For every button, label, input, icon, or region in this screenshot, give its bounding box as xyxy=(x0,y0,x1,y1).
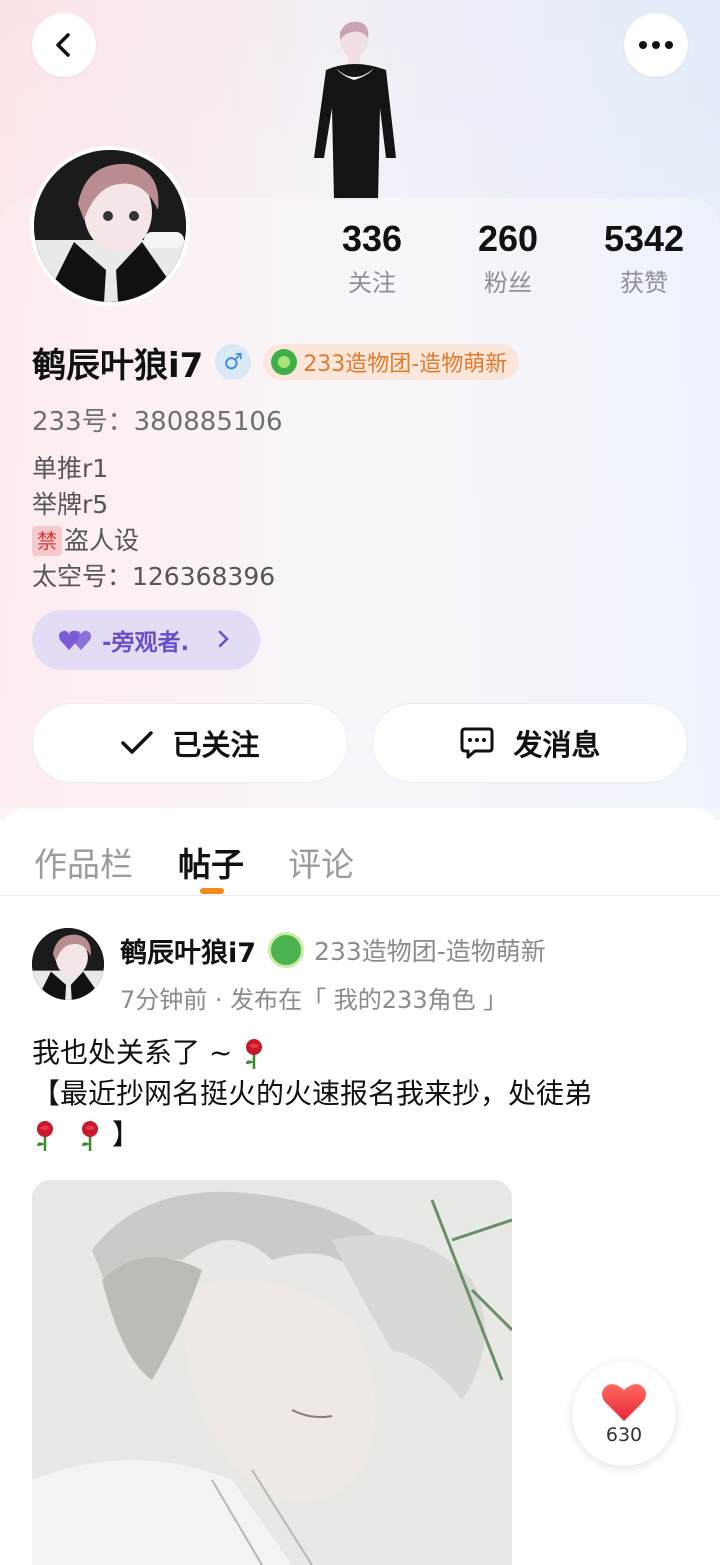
message-button[interactable]: 发消息 xyxy=(372,703,688,783)
group-pill[interactable]: -旁观者. xyxy=(32,610,260,670)
male-icon: ♂ xyxy=(215,344,252,380)
post-text-line: 】 xyxy=(111,1118,140,1151)
badge-icon xyxy=(271,349,298,375)
character-figure xyxy=(314,21,396,200)
like-button[interactable]: 630 xyxy=(572,1362,676,1466)
chat-bubble-icon xyxy=(460,727,494,759)
avatar[interactable] xyxy=(30,146,190,306)
rose-icon xyxy=(81,1121,98,1151)
post-text-line: 我也处关系了 ~ xyxy=(32,1036,233,1069)
stat-value: 336 xyxy=(341,218,403,259)
chevron-right-icon xyxy=(218,630,229,648)
stat-following[interactable]: 336 关注 xyxy=(302,218,442,298)
title-badge-label: 233造物团-造物萌新 xyxy=(303,352,508,377)
bio-line: 单推r1 xyxy=(32,454,109,483)
profile-name: 鹌辰叶狼i7 xyxy=(32,345,204,386)
content-tabs: 作品栏 帖子 评论 xyxy=(0,808,720,896)
stats-bar: 336 关注 260 粉丝 5342 获赞 xyxy=(300,218,720,308)
post-meta: 7分钟前 · 发布在「 我的233角色 」 xyxy=(120,986,508,1014)
chevron-left-icon xyxy=(56,33,70,57)
profile-name-row: 鹌辰叶狼i7 ♂ 233造物团-造物萌新 xyxy=(32,340,520,386)
stat-label: 获赞 xyxy=(620,269,668,297)
bio-line-text: 盗人设 xyxy=(64,526,140,555)
post-author-avatar[interactable] xyxy=(32,928,104,1000)
stat-value: 260 xyxy=(477,218,539,259)
bio-line: 举牌r5 xyxy=(32,490,109,519)
active-tab-indicator xyxy=(200,888,224,894)
post-header: 鹌辰叶狼i7 233造物团-造物萌新 xyxy=(120,930,546,970)
post-author-badge: 233造物团-造物萌新 xyxy=(314,937,546,966)
post-author-name[interactable]: 鹌辰叶狼i7 xyxy=(120,931,256,970)
follow-button-label: 已关注 xyxy=(172,728,260,762)
stat-followers[interactable]: 260 粉丝 xyxy=(438,218,578,298)
heart-pair-icon xyxy=(59,630,91,650)
heart-icon xyxy=(602,1384,646,1421)
badge-icon xyxy=(268,932,305,968)
message-button-label: 发消息 xyxy=(513,728,601,762)
stat-value: 5342 xyxy=(603,218,685,259)
ban-icon: 禁 xyxy=(32,526,62,556)
rose-icon xyxy=(37,1121,53,1151)
more-options-button[interactable] xyxy=(624,13,688,77)
ellipsis-icon xyxy=(639,41,673,49)
tab-posts[interactable]: 帖子 xyxy=(178,838,244,886)
stat-label: 粉丝 xyxy=(484,269,532,297)
tab-works[interactable]: 作品栏 xyxy=(34,838,133,886)
follow-button[interactable]: 已关注 xyxy=(32,703,348,783)
check-icon xyxy=(121,731,154,754)
bio-line: 太空号：126368396 xyxy=(32,562,276,591)
tab-comments[interactable]: 评论 xyxy=(288,838,354,886)
post-image[interactable] xyxy=(32,1180,512,1565)
group-label: -旁观者. xyxy=(102,630,190,656)
user-id: 233号：380885106 xyxy=(32,407,283,437)
title-badge[interactable]: 233造物团-造物萌新 xyxy=(263,344,520,380)
back-button[interactable] xyxy=(32,13,96,77)
stat-label: 关注 xyxy=(348,269,396,297)
like-count: 630 xyxy=(605,1424,643,1446)
bio: 单推r1 举牌r5 禁 盗人设 太空号：126368396 xyxy=(32,451,275,595)
post-text[interactable]: 我也处关系了 ~ 【最近抄网名挺火的火速报名我来抄，处徒弟 】 xyxy=(32,1032,702,1155)
post-text-line: 【最近抄网名挺火的火速报名我来抄，处徒弟 xyxy=(32,1077,593,1110)
stat-likes[interactable]: 5342 获赞 xyxy=(574,218,714,298)
bio-line: 禁 盗人设 xyxy=(32,523,275,559)
rose-icon xyxy=(246,1039,263,1069)
